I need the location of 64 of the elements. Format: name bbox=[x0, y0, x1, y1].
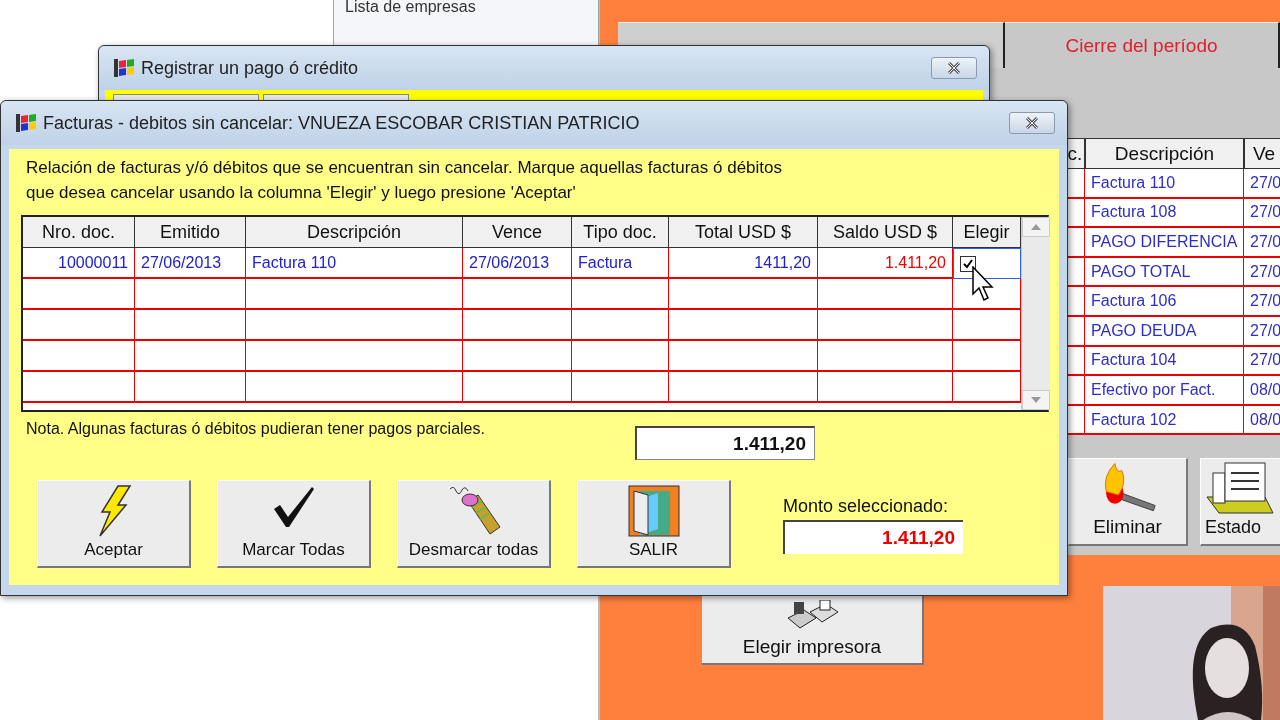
table-cell: Factura 106 bbox=[1085, 287, 1244, 317]
column-header: Tipo doc. bbox=[572, 217, 669, 248]
table-cell: Factura bbox=[572, 248, 669, 279]
table-cell: 27/0 bbox=[1244, 257, 1280, 288]
table-cell: PAGO TOTAL bbox=[1085, 257, 1244, 288]
uncheck-all-button[interactable]: Desmarcar todas bbox=[397, 480, 551, 568]
table-cell: 08/0 bbox=[1244, 376, 1280, 406]
arrow-down-icon[interactable] bbox=[1031, 397, 1041, 403]
company-list[interactable]: Lista de empresas bbox=[333, 0, 599, 46]
table-cell: 27/06/2013 bbox=[135, 248, 246, 279]
table-cell: 27/0 bbox=[1244, 287, 1280, 317]
folder-document-icon bbox=[1205, 461, 1275, 517]
instruction-text: Relación de facturas y/ó débitos que se encuentran sin cancelar. Marque aquellas facturas ó débitos que desea cancelar usando la columna 'Elegir' y luego presione 'Aceptar' bbox=[26, 157, 784, 204]
check-all-button[interactable]: Marcar Todas bbox=[217, 480, 371, 568]
close-icon bbox=[947, 62, 961, 74]
delete-button[interactable]: Eliminar bbox=[1068, 458, 1188, 546]
window-flag-icon bbox=[113, 58, 135, 78]
status-button[interactable]: Estado bbox=[1200, 458, 1280, 546]
table-cell: 27/0 bbox=[1244, 169, 1280, 199]
table-cell: 27/0 bbox=[1244, 198, 1280, 229]
accept-button[interactable]: Aceptar bbox=[37, 480, 191, 568]
table-cell: 08/0 bbox=[1244, 405, 1280, 436]
column-header: Emitido bbox=[135, 217, 246, 248]
close-button[interactable] bbox=[1009, 112, 1055, 134]
checkmark-icon bbox=[271, 485, 316, 529]
mouse-cursor-icon bbox=[972, 266, 996, 302]
window-flag-icon bbox=[15, 113, 37, 133]
note-text: Nota. Algunas facturas ó débitos pudieran tener pagos parciales. bbox=[26, 420, 486, 438]
table-cell: Factura 108 bbox=[1085, 198, 1244, 229]
table-cell: Factura 104 bbox=[1085, 346, 1244, 377]
table-cell: 27/0 bbox=[1244, 346, 1280, 377]
table-cell: Efectivo por Fact. bbox=[1085, 376, 1244, 406]
table-cell: 27/0 bbox=[1244, 316, 1280, 347]
table-cell: 1.411,20 bbox=[818, 248, 953, 279]
column-header: Nro. doc. bbox=[23, 217, 135, 248]
total-field: 1.411,20 bbox=[635, 426, 815, 460]
column-header: Elegir bbox=[953, 217, 1021, 248]
table-cell: PAGO DEUDA bbox=[1085, 316, 1244, 347]
table-cell: 1411,20 bbox=[669, 248, 818, 279]
printer-button[interactable]: Elegir impresora bbox=[702, 595, 924, 665]
scrollbar[interactable] bbox=[1021, 217, 1050, 410]
window-title: Registrar un pago ó crédito bbox=[141, 57, 360, 79]
close-button[interactable] bbox=[931, 57, 977, 79]
column-header: Saldo USD $ bbox=[818, 217, 953, 248]
table-cell: 10000011 bbox=[23, 248, 135, 279]
table-cell: 27/06/2013 bbox=[463, 248, 572, 279]
column-header: Descripción bbox=[1085, 138, 1244, 169]
exit-button[interactable]: SALIR bbox=[577, 480, 731, 568]
door-icon bbox=[627, 485, 680, 537]
checkbox[interactable] bbox=[960, 255, 976, 272]
arrow-up-icon[interactable] bbox=[1031, 224, 1041, 230]
table-cell: Factura 110 bbox=[246, 248, 463, 279]
amount-field: 1.411,20 bbox=[783, 520, 963, 554]
window-title: Facturas - debitos sin cancelar: VNUEZA ESCOBAR CRISTIAN PATRICIO bbox=[43, 112, 641, 134]
column-header: Vence bbox=[463, 217, 572, 248]
amount-label: Monto seleccionado: bbox=[783, 496, 950, 517]
table-cell: PAGO DIFERENCIA bbox=[1085, 228, 1244, 258]
table-cell: Factura 110 bbox=[1085, 169, 1244, 199]
column-header: Descripción bbox=[246, 217, 463, 248]
close-icon bbox=[1025, 117, 1039, 129]
table-cell: Factura 102 bbox=[1085, 405, 1244, 436]
column-header: Total USD $ bbox=[669, 217, 818, 248]
table-cell: 27/0 bbox=[1244, 228, 1280, 258]
column-header: Ve bbox=[1244, 138, 1280, 169]
